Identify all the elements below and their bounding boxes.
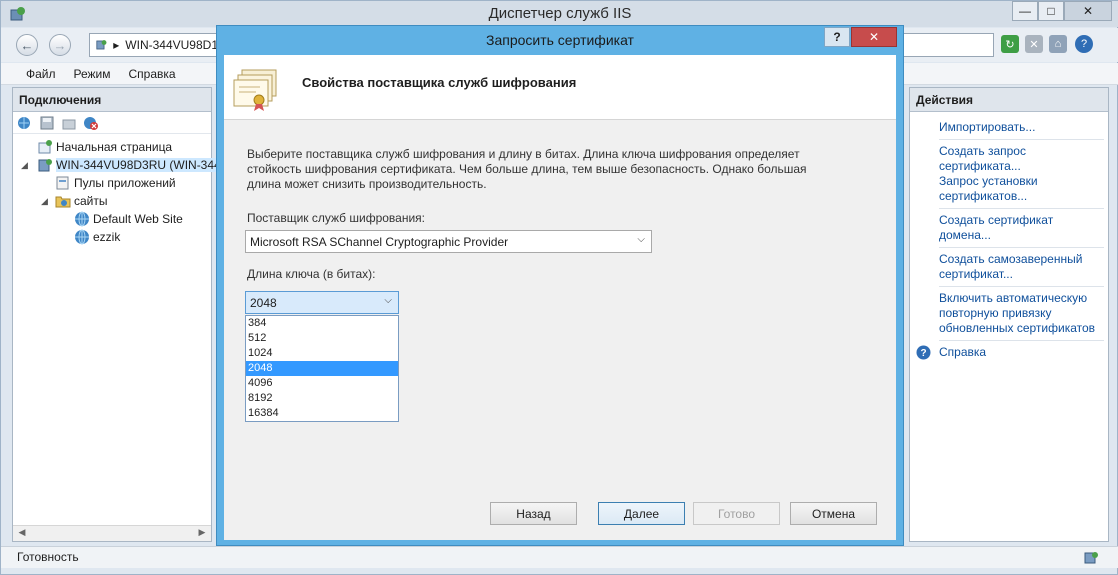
connections-tree: Начальная страница ◢ WIN-344VU98D3RU (WI… xyxy=(13,134,221,246)
dropdown-option[interactable]: 1024 xyxy=(246,346,398,361)
server-icon xyxy=(96,40,107,50)
globe-icon xyxy=(74,229,90,245)
key-length-label: Длина ключа (в битах): xyxy=(247,267,376,281)
connections-header: Подключения xyxy=(13,88,211,112)
actions-header: Действия xyxy=(910,88,1108,112)
action-create-self-signed[interactable]: Создать самозаверенный сертификат... xyxy=(910,252,1108,282)
key-length-dropdown: 384 512 1024 2048 4096 8192 16384 xyxy=(245,315,399,422)
action-import[interactable]: Импортировать... xyxy=(910,120,1108,135)
refresh-icon[interactable]: ↻ xyxy=(1001,35,1019,53)
dropdown-option[interactable]: 512 xyxy=(246,331,398,346)
divider xyxy=(939,340,1104,341)
divider xyxy=(939,139,1104,140)
menu-view[interactable]: Режим xyxy=(74,67,111,81)
server-icon xyxy=(37,157,53,173)
provider-label: Поставщик служб шифрования: xyxy=(247,211,426,225)
cancel-button[interactable]: Отмена xyxy=(790,502,877,525)
status-text: Готовность xyxy=(17,550,79,564)
status-bar: Готовность xyxy=(1,546,1118,568)
connections-pane: Подключения Начальная страница ◢ WIN-344… xyxy=(12,87,221,542)
app-pools-icon xyxy=(55,175,71,191)
dropdown-option[interactable]: 4096 xyxy=(246,376,398,391)
menu-help[interactable]: Справка xyxy=(129,67,176,81)
window-title: Диспетчер служб IIS xyxy=(488,5,632,22)
tree-item-ezzik[interactable]: ezzik xyxy=(13,228,211,246)
help-icon[interactable]: ? xyxy=(1075,35,1093,53)
dialog-close-button[interactable]: ✕ xyxy=(851,27,897,47)
collapse-icon[interactable]: ◢ xyxy=(41,196,48,207)
dropdown-option[interactable]: 384 xyxy=(246,316,398,331)
next-button[interactable]: Далее xyxy=(598,502,685,525)
dialog-header: Свойства поставщика служб шифрования xyxy=(224,55,896,120)
address-input[interactable]: ▸ WIN-344VU98D1 xyxy=(89,33,219,57)
maximize-button[interactable]: □ xyxy=(1038,1,1064,21)
divider xyxy=(939,208,1104,209)
stop-icon[interactable]: ✕ xyxy=(1025,35,1043,53)
chevron-down-icon: ⌵ xyxy=(384,295,392,306)
divider xyxy=(939,247,1104,248)
tree-item-default-web-site[interactable]: Default Web Site xyxy=(13,210,211,228)
title-bar: Диспетчер служб IIS — □ ✕ xyxy=(1,1,1118,27)
provider-select[interactable]: Microsoft RSA SChannel Cryptographic Pro… xyxy=(245,230,652,253)
dropdown-option[interactable]: 16384 xyxy=(246,406,398,421)
dropdown-option[interactable]: 8192 xyxy=(246,391,398,406)
save-icon[interactable] xyxy=(39,115,55,131)
divider xyxy=(939,286,1104,287)
folder-icon xyxy=(55,193,71,209)
connections-toolbar xyxy=(13,112,211,134)
address-path: WIN-344VU98D1 xyxy=(125,38,218,52)
scroll-left-icon[interactable]: ◀ xyxy=(15,527,29,540)
connect-icon[interactable] xyxy=(17,115,33,131)
help-icon: ? xyxy=(916,345,931,360)
action-create-domain-cert[interactable]: Создать сертификат домена... xyxy=(910,213,1108,243)
back-button[interactable]: Назад xyxy=(490,502,577,525)
tree-item-server[interactable]: ◢ WIN-344VU98D3RU (WIN-344 xyxy=(13,156,221,174)
globe-icon xyxy=(74,211,90,227)
horizontal-scrollbar[interactable]: ◀ ▶ xyxy=(13,525,211,541)
certificate-icon xyxy=(233,69,277,111)
breadcrumb-chevron-icon: ▸ xyxy=(113,38,120,52)
tree-item-app-pools[interactable]: Пулы приложений xyxy=(13,174,211,192)
start-page-icon xyxy=(37,139,53,155)
chevron-down-icon: ⌵ xyxy=(637,234,645,245)
dialog-help-button[interactable]: ? xyxy=(824,27,850,47)
dialog-heading: Свойства поставщика служб шифрования xyxy=(302,75,577,90)
disconnect-icon[interactable] xyxy=(83,115,99,131)
tree-item-sites[interactable]: ◢ сайты xyxy=(13,192,211,210)
dropdown-option-selected[interactable]: 2048 xyxy=(246,361,398,376)
action-help[interactable]: ? Справка xyxy=(910,345,1108,360)
close-button[interactable]: ✕ xyxy=(1064,1,1112,21)
key-length-select[interactable]: 2048 ⌵ xyxy=(245,291,399,314)
back-button[interactable]: ← xyxy=(16,34,38,56)
tree-item-start-page[interactable]: Начальная страница xyxy=(13,138,211,156)
scroll-right-icon[interactable]: ▶ xyxy=(195,527,209,540)
provider-value: Microsoft RSA SChannel Cryptographic Pro… xyxy=(250,234,509,249)
forward-button[interactable]: → xyxy=(49,34,71,56)
dialog-description: Выберите поставщика служб шифрования и д… xyxy=(247,147,807,191)
minimize-button[interactable]: — xyxy=(1012,1,1038,21)
svg-text:?: ? xyxy=(920,348,926,359)
dialog-title: Запросить сертификат xyxy=(486,32,634,48)
action-complete-request[interactable]: Запрос установки сертификатов... xyxy=(910,174,1108,204)
dialog-body: Свойства поставщика служб шифрования Выб… xyxy=(224,55,896,540)
action-create-request[interactable]: Создать запрос сертификата... xyxy=(910,144,1108,174)
up-level-icon[interactable] xyxy=(61,115,77,131)
home-icon[interactable]: ⌂ xyxy=(1049,35,1067,53)
action-auto-rebind[interactable]: Включить автоматическую повторную привяз… xyxy=(910,291,1108,336)
request-certificate-dialog: Запросить сертификат ? ✕ Свойства постав… xyxy=(216,25,904,546)
actions-pane: Действия Импортировать... Создать запрос… xyxy=(909,87,1109,542)
menu-file[interactable]: Файл xyxy=(26,67,56,81)
collapse-icon[interactable]: ◢ xyxy=(21,160,28,171)
address-input-extension[interactable] xyxy=(901,33,994,57)
key-length-value: 2048 xyxy=(250,295,277,310)
network-status-icon xyxy=(1084,552,1098,564)
finish-button[interactable]: Готово xyxy=(693,502,780,525)
